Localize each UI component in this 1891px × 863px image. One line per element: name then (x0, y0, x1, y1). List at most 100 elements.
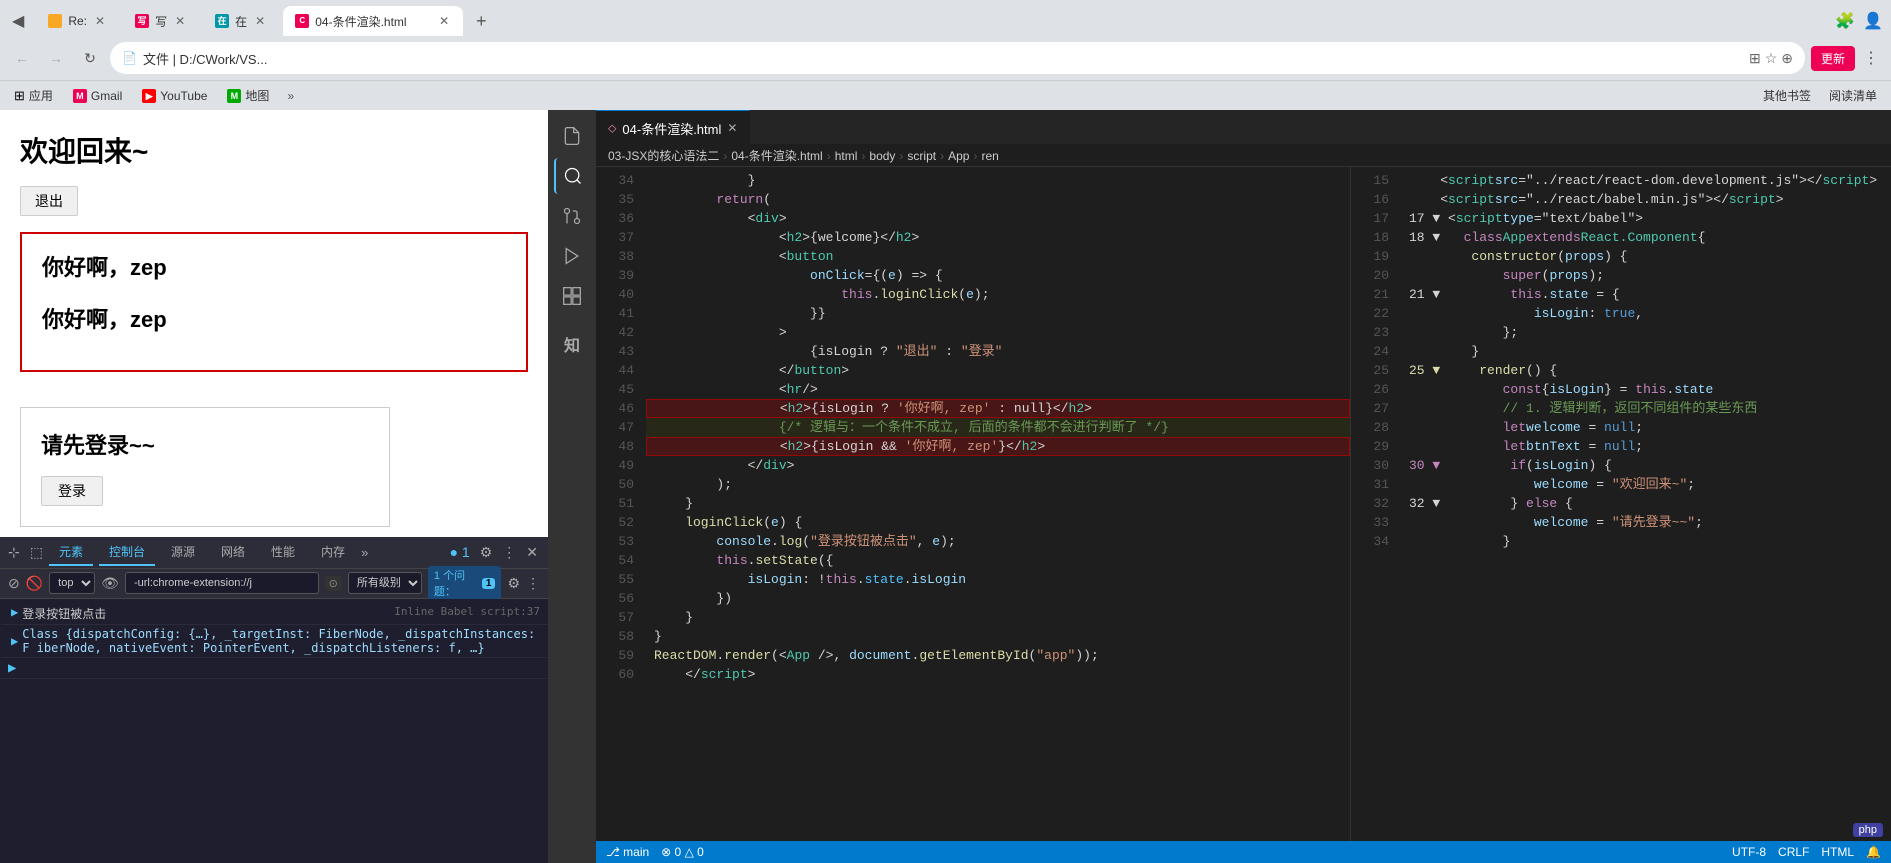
tab3-close[interactable]: ✕ (253, 12, 267, 30)
login-button[interactable]: 登录 (41, 476, 103, 506)
rline-num-32: 32 (1351, 494, 1389, 513)
bookmark-star-icon[interactable]: ☆ (1765, 50, 1778, 67)
rcode-line-16: <script src="../react/babel.min.js"></sc… (1401, 190, 1891, 209)
breadcrumb-sep-5: › (940, 149, 944, 163)
expand-arrow-1[interactable]: ▶ (11, 605, 18, 619)
bookmark-maps[interactable]: M 地图 (221, 85, 275, 106)
code-line-58: } (646, 627, 1350, 646)
status-errors[interactable]: ⊗ 0 △ 0 (661, 845, 704, 859)
devtools-position-dropdown[interactable]: top (49, 572, 95, 594)
devtools-tab-performance[interactable]: 性能 (261, 539, 305, 566)
line-num-46: 46 (596, 399, 634, 418)
devtools-gear-icon[interactable]: ⚙ (507, 575, 520, 592)
reading-list[interactable]: 阅读清单 (1823, 85, 1883, 106)
browser-tab-1[interactable]: Re: ✕ (36, 6, 119, 36)
breadcrumb-item-5[interactable]: script (907, 149, 936, 163)
expand-arrow-2[interactable]: ▶ (11, 634, 18, 648)
browser-tab-3[interactable]: 在 在 ✕ (203, 6, 279, 36)
tab4-close[interactable]: ✕ (437, 12, 451, 30)
back-button[interactable]: ← (8, 44, 36, 72)
devtools-settings-icon[interactable]: ⚙ (478, 542, 495, 563)
rcode-line-24: } (1401, 342, 1891, 361)
other-bookmarks[interactable]: 其他书签 (1757, 85, 1817, 106)
devtools-level-dropdown[interactable]: 所有级别 (348, 572, 422, 594)
devtools-cursor-icon[interactable]: ⊹ (8, 544, 20, 561)
address-bar-input[interactable]: 📄 文件 | D:/CWork/VS... ⊞ ☆ ⊕ (110, 42, 1805, 74)
breadcrumb-item-4[interactable]: body (869, 149, 895, 163)
status-line-ending[interactable]: CRLF (1778, 845, 1809, 859)
devtools-run-icon[interactable]: ⊘ (8, 575, 20, 592)
status-git-branch[interactable]: ⎇ main (606, 845, 649, 859)
sidebar-icon-files[interactable] (554, 118, 590, 154)
breadcrumb-item-7[interactable]: ren (981, 149, 998, 163)
breadcrumb-item-2[interactable]: 04-条件渲染.html (731, 147, 822, 164)
bookmark-apps[interactable]: ⊞ 应用 (8, 85, 59, 106)
browser-page-content: 欢迎回来~ 退出 你好啊，zep 你好啊，zep (0, 110, 548, 397)
code-content-left: } return ( <div> <h2>{welcome}</h2> <but… (646, 167, 1350, 841)
line-num-35: 35 (596, 190, 634, 209)
tab2-close[interactable]: ✕ (173, 12, 187, 30)
forward-button[interactable]: → (42, 44, 70, 72)
devtools-sub-more-icon[interactable]: ⋮ (526, 575, 540, 592)
tab4-label: 04-条件渲染.html (315, 13, 431, 30)
browser-tab-4-active[interactable]: C 04-条件渲染.html ✕ (283, 6, 463, 36)
logout-button[interactable]: 退出 (20, 186, 78, 216)
devtools-tab-memory[interactable]: 内存 (311, 539, 355, 566)
line-num-53: 53 (596, 532, 634, 551)
rcode-line-21: 21 ▼ this.state = { (1401, 285, 1891, 304)
sidebar-icon-search[interactable] (554, 158, 590, 194)
devtools-tab-elements[interactable]: 元素 (49, 539, 93, 566)
browser-tab-2[interactable]: 写 写 ✕ (123, 6, 199, 36)
breadcrumb-item-6[interactable]: App (948, 149, 969, 163)
sidebar-icon-git[interactable] (554, 198, 590, 234)
breadcrumb-item-3[interactable]: html (835, 149, 858, 163)
reload-button[interactable]: ↻ (76, 44, 104, 72)
breadcrumb-item-1[interactable]: 03-JSX的核心语法二 (608, 147, 719, 164)
devtools-tab-network[interactable]: 网络 (211, 539, 255, 566)
tab2-favicon: 写 (135, 14, 149, 28)
sidebar-icon-zhi[interactable]: 知 (554, 326, 590, 362)
console-line-1: ▶ 登录按钮被点击 Inline Babel script:37 (0, 603, 548, 625)
bookmark-apps-label: 应用 (29, 87, 53, 104)
sidebar-icon-extensions[interactable] (554, 278, 590, 314)
profile-icon[interactable]: 👤 (1863, 11, 1883, 31)
new-tab-button[interactable]: + (467, 7, 495, 35)
devtools-filter-input[interactable] (125, 572, 319, 594)
console-arrow-right[interactable]: ▶ (8, 660, 16, 676)
status-encoding[interactable]: UTF-8 (1732, 845, 1766, 859)
devtools-vertical-dots-icon[interactable]: ⋮ (500, 542, 518, 563)
sidebar-icon-debug[interactable] (554, 238, 590, 274)
code-line-39: onClick={(e) => { (646, 266, 1350, 285)
line-num-41: 41 (596, 304, 634, 323)
back-icon[interactable]: ◀ (8, 11, 28, 31)
bookmark-gmail[interactable]: M Gmail (67, 87, 128, 105)
rline-num-22: 22 (1351, 304, 1389, 323)
rline-num-24: 24 (1351, 342, 1389, 361)
devtools-close-icon[interactable]: ✕ (524, 542, 540, 563)
rcode-line-32: 32 ▼ } else { (1401, 494, 1891, 513)
vscode-tab-close[interactable]: ✕ (727, 121, 737, 135)
code-panel-left: 34 35 36 37 38 39 40 41 42 43 44 45 46 4… (596, 167, 1351, 841)
code-line-44: </button> (646, 361, 1350, 380)
update-button[interactable]: 更新 (1811, 46, 1855, 71)
more-options-button[interactable]: ⋮ (1859, 46, 1883, 70)
code-line-40: this.loginClick(e); (646, 285, 1350, 304)
devtools-tab-console[interactable]: 控制台 (99, 539, 155, 566)
rline-num-30: 30 (1351, 456, 1389, 475)
extensions-icon[interactable]: 🧩 (1835, 11, 1855, 31)
devtools-device-icon[interactable]: ⬚ (30, 544, 43, 561)
rcode-line-19: constructor(props) { (1401, 247, 1891, 266)
devtools-clear-icon[interactable]: 🚫 (26, 575, 43, 592)
devtools-more-tabs-icon[interactable]: » (361, 545, 368, 560)
translate-icon[interactable]: ⊞ (1749, 50, 1761, 67)
status-feedback[interactable]: 🔔 (1866, 845, 1881, 859)
bookmark-youtube[interactable]: ▶ YouTube (136, 87, 213, 105)
devtools-eye-icon[interactable]: 👁 (101, 575, 119, 592)
bookmarks-more-button[interactable]: » (283, 87, 298, 105)
status-language[interactable]: HTML (1821, 845, 1854, 859)
vscode-tab-file[interactable]: ⬦ 04-条件渲染.html ✕ (596, 110, 750, 145)
extensions-addr-icon[interactable]: ⊕ (1781, 50, 1793, 67)
vscode-tab-icon: ⬦ (608, 121, 616, 136)
devtools-tab-sources[interactable]: 源源 (161, 539, 205, 566)
tab1-close[interactable]: ✕ (93, 12, 107, 30)
